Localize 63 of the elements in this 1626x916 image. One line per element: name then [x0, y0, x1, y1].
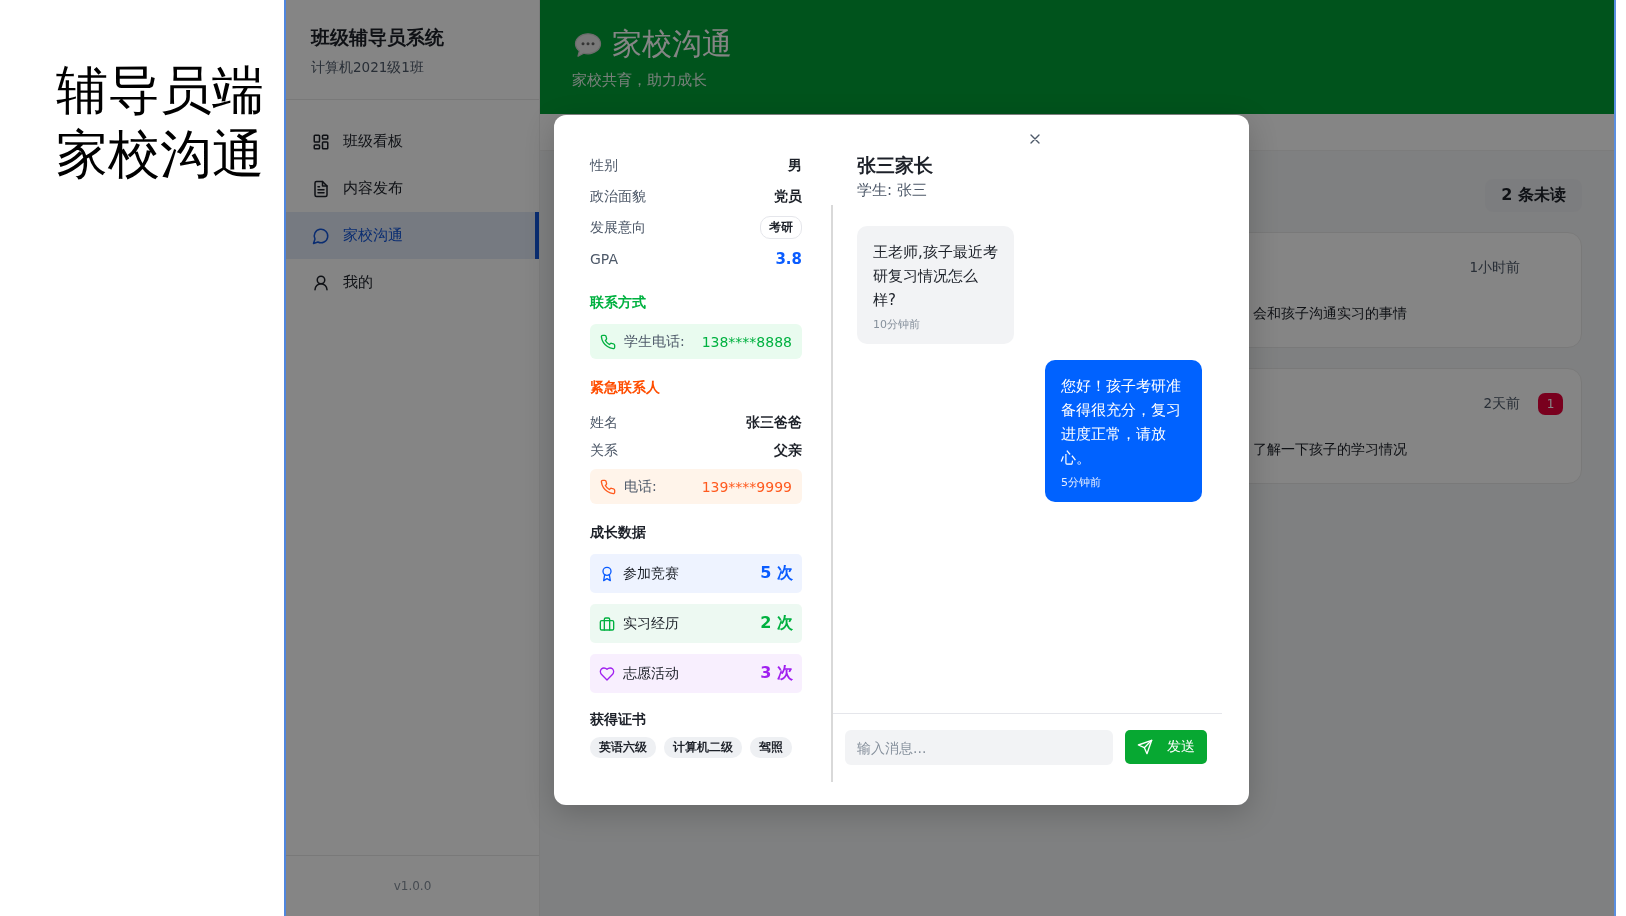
stat-label: 志愿活动: [623, 664, 679, 683]
field-label: 姓名: [590, 414, 618, 432]
gpa-value: 3.8: [775, 249, 802, 268]
time-label: 1小时前: [1469, 259, 1520, 277]
field-label: 发展意向: [590, 218, 646, 237]
field-label: 政治面貌: [590, 187, 646, 206]
caption-line: 家校沟通: [56, 123, 265, 186]
stat-value: 5 次: [760, 563, 793, 584]
section-heading: 联系方式: [590, 294, 647, 312]
message-input[interactable]: 输入消息...: [845, 730, 1113, 765]
grid-icon: [312, 132, 330, 151]
send-icon: [1137, 739, 1153, 755]
message-time: 10分钟前: [873, 318, 921, 332]
page-title: 家校沟通: [612, 25, 732, 63]
message-text: 王老师,孩子最近考研复习情况怎么样?: [873, 242, 998, 311]
field-value: 党员: [774, 187, 802, 206]
chat-subtitle: 学生: 张三: [857, 181, 928, 200]
message-text: 您好！孩子考研准备得很充分，复习进度正常，请放心。: [1061, 376, 1182, 469]
chat-title: 张三家长: [857, 153, 934, 178]
caption-line: 辅导员端: [56, 59, 265, 122]
sidebar-item[interactable]: 家校沟通: [286, 212, 539, 259]
unread-badge: 1: [1538, 393, 1563, 415]
version-label: v1.0.0: [393, 879, 432, 893]
stat-value: 2 次: [760, 613, 793, 634]
chat-bubble-icon: [312, 226, 330, 245]
page-subtitle: 家校共育，助力成长: [572, 71, 708, 90]
stat-label: 实习经历: [623, 614, 679, 633]
phone-label: 学生电话:: [624, 332, 685, 351]
sidebar-item[interactable]: 我的: [286, 259, 539, 306]
briefcase-icon: [599, 615, 615, 632]
user-icon: [312, 273, 330, 292]
ribbon-icon: [599, 565, 615, 582]
field-label: 性别: [590, 156, 618, 175]
section-heading: 获得证书: [590, 711, 647, 729]
field-value: 父亲: [774, 442, 802, 460]
stat-label: 参加竞赛: [623, 564, 679, 583]
field-value: 张三爸爸: [746, 414, 802, 432]
section-heading: 成长数据: [590, 524, 647, 542]
phone-number: 139****9999: [701, 478, 792, 495]
certificate-tag: 英语六级: [590, 737, 656, 758]
sidebar-item[interactable]: 内容发布: [286, 165, 539, 212]
message-time: 5分钟前: [1061, 476, 1102, 490]
field-label: 关系: [590, 442, 618, 460]
document-icon: [312, 179, 330, 198]
class-name: 计算机2021级1班: [311, 59, 425, 77]
message-preview: 会和孩子沟通实习的事情: [1253, 305, 1408, 323]
app-title: 班级辅导员系统: [311, 25, 445, 50]
stat-value: 3 次: [760, 663, 793, 684]
send-button[interactable]: 发送: [1125, 730, 1207, 764]
heart-icon: [599, 665, 615, 682]
phone-number: 138****8888: [701, 333, 792, 350]
sidebar-item[interactable]: 班级看板: [286, 118, 539, 165]
phone-icon: [600, 333, 616, 350]
field-label: GPA: [590, 250, 618, 267]
field-value: 男: [788, 156, 802, 175]
intention-tag: 考研: [760, 216, 802, 239]
certificate-tag: 计算机二级: [664, 737, 742, 758]
message-preview: 了解一下孩子的学习情况: [1253, 441, 1408, 459]
phone-icon: [600, 478, 616, 495]
section-heading: 紧急联系人: [590, 379, 661, 397]
certificate-tag: 驾照: [750, 737, 792, 758]
time-label: 2天前: [1483, 395, 1520, 413]
phone-label: 电话:: [624, 477, 657, 496]
